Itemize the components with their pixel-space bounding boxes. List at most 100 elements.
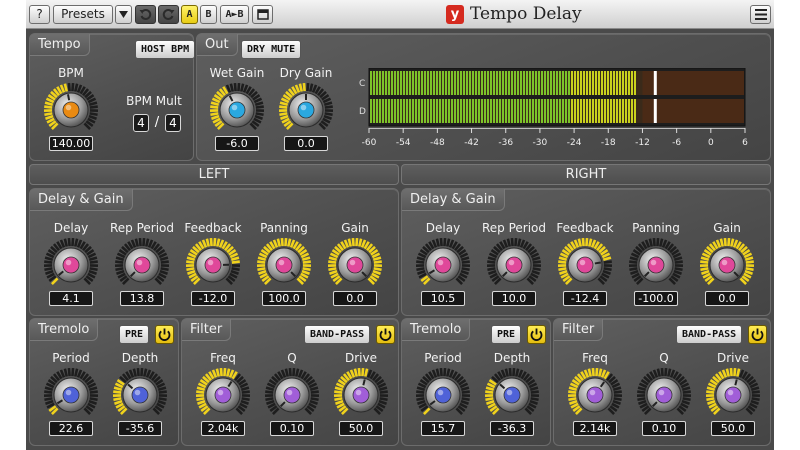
meter-scale-label: -42 [464, 138, 479, 148]
bpm-mult-label: BPM Mult [126, 94, 182, 108]
left-delay-gain-knob[interactable] [185, 237, 241, 293]
left-tremolo-pre-button[interactable]: PRE [119, 325, 150, 344]
left-delay-gain-knob-value[interactable]: 4.1 [49, 291, 93, 306]
right-tremolo-knob[interactable] [484, 367, 540, 423]
undo-icon [139, 9, 152, 20]
left-tremolo-knob[interactable] [43, 367, 99, 423]
host-bpm-button[interactable]: HOST BPM [135, 40, 196, 59]
right-filter-knob-value[interactable]: 50.0 [711, 421, 755, 436]
left-filter-knob-label: Drive [345, 351, 377, 365]
right-filter-knob-label: Drive [717, 351, 749, 365]
copy-a-to-b-button[interactable]: A►B [220, 5, 249, 24]
preset-b-button[interactable]: B [200, 5, 217, 24]
right-filter-knob[interactable] [705, 367, 761, 423]
right-delay-gain-knob[interactable] [415, 237, 471, 293]
undo-button[interactable] [135, 5, 156, 24]
left-filter-knob[interactable] [195, 367, 251, 423]
right-channel-header: RIGHT [401, 164, 771, 185]
redo-button[interactable] [158, 5, 179, 24]
right-delay-gain-knob-value[interactable]: 0.0 [705, 291, 749, 306]
power-icon [530, 328, 543, 341]
left-filter-knob-label: Q [287, 351, 297, 365]
left-delay-gain-knob-value[interactable]: 13.8 [120, 291, 164, 306]
bpm-value[interactable]: 140.00 [49, 136, 93, 151]
left-delay-gain-knob[interactable] [327, 237, 383, 293]
right-filter-knob[interactable] [636, 367, 692, 423]
left-tremolo-knob-label: Period [52, 351, 90, 365]
meter-scale-label: -6 [672, 138, 681, 148]
right-tremolo-knob-value[interactable]: 15.7 [421, 421, 465, 436]
meter-scale-tick [676, 128, 678, 133]
right-filter-power-button[interactable] [748, 325, 767, 344]
right-filter-knob-value[interactable]: 2.14k [573, 421, 617, 436]
right-tremolo-power-button[interactable] [527, 325, 546, 344]
bpm-mult-denominator[interactable]: 4 [165, 114, 181, 132]
right-filter-mode-button[interactable]: BAND-PASS [676, 325, 743, 344]
left-tremolo-knob-value[interactable]: 22.6 [49, 421, 93, 436]
left-tremolo-knob-value[interactable]: -35.6 [118, 421, 162, 436]
wet-gain-value[interactable]: -6.0 [215, 136, 259, 151]
wet-gain-label: Wet Gain [209, 66, 265, 80]
left-filter-knob[interactable] [264, 367, 320, 423]
help-button[interactable]: ? [29, 5, 50, 24]
out-tab: Out [197, 34, 238, 56]
left-filter-power-button[interactable] [376, 325, 395, 344]
right-tremolo-tab: Tremolo [402, 319, 471, 341]
logo-icon: y [446, 5, 464, 24]
left-delay-gain-knob[interactable] [43, 237, 99, 293]
redo-icon [162, 9, 175, 20]
left-delay-gain-knob-value[interactable]: 100.0 [262, 291, 306, 306]
presets-button[interactable]: Presets [53, 5, 113, 24]
left-delay-gain-knob-label: Panning [260, 221, 308, 235]
right-delay-gain-knob[interactable] [557, 237, 613, 293]
meter-scale-tick [505, 128, 507, 133]
left-delay-gain-knob-value[interactable]: 0.0 [333, 291, 377, 306]
meter-display: CD-60 -54 -48 -42 -36 -30 -24 -18 -12 -6 0 6 [359, 67, 748, 148]
window-icon [256, 9, 269, 20]
right-tremolo-knob-value[interactable]: -36.3 [490, 421, 534, 436]
left-filter-knob-value[interactable]: 50.0 [339, 421, 383, 436]
meter-scale-tick [607, 128, 609, 133]
right-delay-gain-knob[interactable] [699, 237, 755, 293]
left-delay-gain-panel: Delay & Gain Delay 4.1 Rep Period 13.8 Feedb… [29, 188, 399, 316]
dry-gain-value[interactable]: 0.0 [284, 136, 328, 151]
tempo-tab: Tempo [30, 34, 90, 56]
left-delay-gain-knob-label: Rep Period [109, 221, 175, 235]
right-delay-gain-knob-value[interactable]: -100.0 [634, 291, 678, 306]
bpm-mult-numerator[interactable]: 4 [133, 114, 149, 132]
right-tremolo-knob-label: Depth [493, 351, 531, 365]
right-delay-gain-tab: Delay & Gain [402, 189, 505, 211]
left-delay-gain-knob-value[interactable]: -12.0 [191, 291, 235, 306]
right-filter-knob[interactable] [567, 367, 623, 423]
compare-button[interactable] [252, 5, 273, 24]
wet-gain-knob[interactable] [209, 82, 265, 138]
plugin-title: Tempo Delay [470, 4, 582, 24]
left-filter-tab: Filter [182, 319, 232, 341]
right-tremolo-pre-button[interactable]: PRE [491, 325, 522, 344]
right-delay-gain-knob[interactable] [628, 237, 684, 293]
right-filter-tab: Filter [554, 319, 604, 341]
dry-gain-knob[interactable] [278, 82, 334, 138]
left-delay-gain-knob[interactable] [114, 237, 170, 293]
right-delay-gain-knob-value[interactable]: 10.0 [492, 291, 536, 306]
dry-mute-button[interactable]: DRY MUTE [241, 40, 302, 59]
power-icon [751, 328, 764, 341]
preset-a-button[interactable]: A [181, 5, 198, 24]
presets-dropdown-button[interactable] [115, 5, 132, 24]
left-tremolo-power-button[interactable] [155, 325, 174, 344]
bpm-knob[interactable] [43, 82, 99, 138]
left-filter-knob[interactable] [333, 367, 389, 423]
left-delay-gain-knob[interactable] [256, 237, 312, 293]
right-delay-gain-knob-value[interactable]: 10.5 [421, 291, 465, 306]
right-delay-gain-knob-label: Feedback [556, 221, 614, 235]
right-delay-gain-knob-value[interactable]: -12.4 [563, 291, 607, 306]
right-delay-gain-knob[interactable] [486, 237, 542, 293]
left-tremolo-knob[interactable] [112, 367, 168, 423]
meter-scale-label: 6 [742, 138, 748, 148]
right-tremolo-knob[interactable] [415, 367, 471, 423]
left-filter-knob-value[interactable]: 2.04k [201, 421, 245, 436]
menu-button[interactable] [750, 5, 771, 24]
right-filter-knob-value[interactable]: 0.10 [642, 421, 686, 436]
left-filter-knob-value[interactable]: 0.10 [270, 421, 314, 436]
left-filter-mode-button[interactable]: BAND-PASS [304, 325, 371, 344]
